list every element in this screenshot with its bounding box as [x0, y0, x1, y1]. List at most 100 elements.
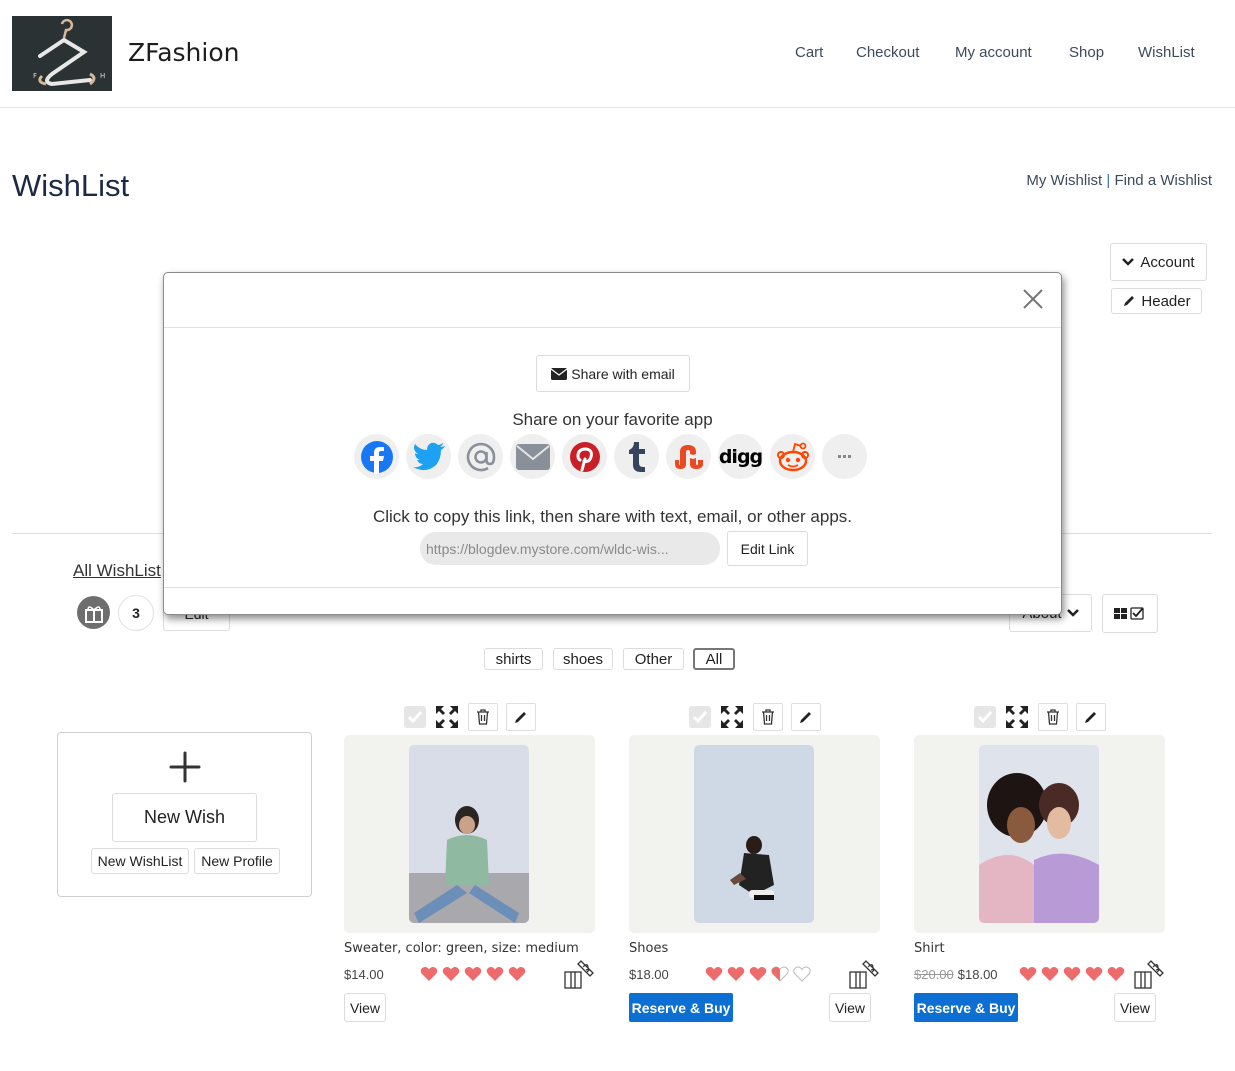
filter-shirts[interactable]: shirts: [484, 648, 543, 670]
rating-heart-icon[interactable]: [1041, 966, 1059, 982]
share-title: Share on your favorite app: [512, 410, 713, 429]
more-icon[interactable]: [822, 434, 867, 479]
digg-icon[interactable]: digg: [718, 434, 763, 479]
account-button[interactable]: Account: [1110, 243, 1207, 281]
reserve-gift-icon[interactable]: [847, 960, 879, 992]
product-image[interactable]: [694, 745, 814, 923]
check-icon: [692, 711, 708, 724]
share-modal: Share with email Share on your favorite …: [163, 272, 1062, 615]
rating-heart-icon[interactable]: [727, 966, 745, 982]
product-price: $14.00: [344, 967, 384, 982]
select-checkbox[interactable]: [974, 706, 996, 728]
wishlist-links: My Wishlist | Find a Wishlist: [1026, 172, 1212, 189]
copy-link-instructions: Click to copy this link, then share with…: [372, 507, 853, 526]
rating-heart-icon[interactable]: [705, 966, 723, 982]
email-icon[interactable]: [510, 434, 555, 479]
nav-cart[interactable]: Cart: [795, 44, 823, 61]
reserve-and-buy-button[interactable]: Reserve & Buy: [914, 993, 1018, 1022]
product-image-frame[interactable]: [629, 735, 880, 933]
edit-link-button[interactable]: Edit Link: [727, 531, 808, 566]
rating-heart-icon[interactable]: [749, 966, 767, 982]
reserve-gift-icon[interactable]: [562, 960, 594, 992]
at-sign-icon[interactable]: [458, 434, 503, 479]
account-button-label: Account: [1140, 253, 1195, 271]
view-toggle-button[interactable]: [1102, 594, 1158, 633]
product-image[interactable]: [409, 745, 529, 923]
rating-heart-icon[interactable]: [464, 966, 482, 982]
product-actions: [404, 702, 536, 732]
product-name[interactable]: Shirt: [914, 941, 945, 956]
rating-heart-icon[interactable]: [793, 966, 811, 982]
stumbleupon-icon[interactable]: [666, 434, 711, 479]
plus-icon[interactable]: [169, 751, 201, 783]
close-icon[interactable]: [1021, 287, 1045, 311]
header-button[interactable]: Header: [1111, 288, 1202, 314]
share-app-row: digg: [354, 434, 867, 479]
site-logo[interactable]: F H: [12, 16, 112, 91]
select-checkbox[interactable]: [689, 706, 711, 728]
product-image-frame[interactable]: [344, 735, 595, 933]
current-price: $18.00: [629, 967, 669, 982]
brand-name[interactable]: ZFashion: [128, 38, 240, 67]
facebook-icon[interactable]: [354, 434, 399, 479]
rating-heart-icon[interactable]: [442, 966, 460, 982]
all-wishlist-link[interactable]: All WishList: [73, 561, 161, 581]
delete-button[interactable]: [753, 703, 783, 731]
edit-button[interactable]: [791, 703, 821, 731]
rating-heart-icon[interactable]: [1085, 966, 1103, 982]
product-image-frame[interactable]: [914, 735, 1165, 933]
rating-heart-icon[interactable]: [1019, 966, 1037, 982]
modal-footer-divider: [164, 587, 1061, 588]
new-profile-button[interactable]: New Profile: [194, 848, 280, 874]
pinterest-icon[interactable]: [562, 434, 607, 479]
nav-checkout[interactable]: Checkout: [856, 44, 919, 61]
new-wishlist-button[interactable]: New WishList: [91, 848, 189, 874]
svg-text:F: F: [33, 72, 37, 80]
rating-heart-icon[interactable]: [420, 966, 438, 982]
expand-icon[interactable]: [434, 704, 460, 730]
rating-hearts: [420, 966, 526, 982]
delete-button[interactable]: [1038, 703, 1068, 731]
pencil-icon: [800, 712, 811, 723]
view-button[interactable]: View: [829, 993, 871, 1022]
check-icon: [977, 711, 993, 724]
hanger-logo-icon: F H: [12, 16, 112, 91]
gift-icon[interactable]: [77, 596, 110, 629]
filter-shoes[interactable]: shoes: [553, 648, 613, 670]
delete-button[interactable]: [468, 703, 498, 731]
product-name[interactable]: Sweater, color: green, size: medium: [344, 941, 579, 956]
filter-all[interactable]: All: [693, 648, 735, 670]
share-link-field[interactable]: https://blogdev.mystore.com/wldc-wis...: [420, 532, 720, 565]
product-name[interactable]: Shoes: [629, 941, 668, 956]
nav-wishlist[interactable]: WishList: [1138, 44, 1195, 61]
rating-heart-icon[interactable]: [1063, 966, 1081, 982]
nav-my-account[interactable]: My account: [955, 44, 1032, 61]
rating-heart-icon[interactable]: [508, 966, 526, 982]
edit-button[interactable]: [1076, 703, 1106, 731]
filter-other[interactable]: Other: [623, 648, 684, 670]
nav-shop[interactable]: Shop: [1069, 44, 1104, 61]
rating-heart-icon[interactable]: [486, 966, 504, 982]
rating-heart-icon[interactable]: [1107, 966, 1125, 982]
share-with-email-button[interactable]: Share with email: [536, 355, 690, 392]
product-price: $20.00 $18.00: [914, 967, 998, 982]
reserve-and-buy-button[interactable]: Reserve & Buy: [629, 993, 733, 1022]
rating-heart-icon[interactable]: [771, 966, 789, 982]
my-wishlist-link[interactable]: My Wishlist: [1026, 172, 1102, 189]
view-button[interactable]: View: [1114, 993, 1156, 1022]
new-wish-button[interactable]: New Wish: [112, 793, 257, 842]
expand-icon[interactable]: [1004, 704, 1030, 730]
modal-header-divider: [164, 327, 1061, 328]
share-with-email-label: Share with email: [571, 365, 675, 382]
find-wishlist-link[interactable]: Find a Wishlist: [1114, 172, 1212, 189]
select-checkbox[interactable]: [404, 706, 426, 728]
view-button[interactable]: View: [344, 993, 386, 1022]
reddit-icon[interactable]: [770, 434, 815, 479]
twitter-icon[interactable]: [406, 434, 451, 479]
reserve-gift-icon[interactable]: [1132, 960, 1164, 992]
edit-button[interactable]: [506, 703, 536, 731]
link-separator: |: [1106, 172, 1111, 189]
tumblr-icon[interactable]: [614, 434, 659, 479]
expand-icon[interactable]: [719, 704, 745, 730]
product-image[interactable]: [979, 745, 1099, 923]
